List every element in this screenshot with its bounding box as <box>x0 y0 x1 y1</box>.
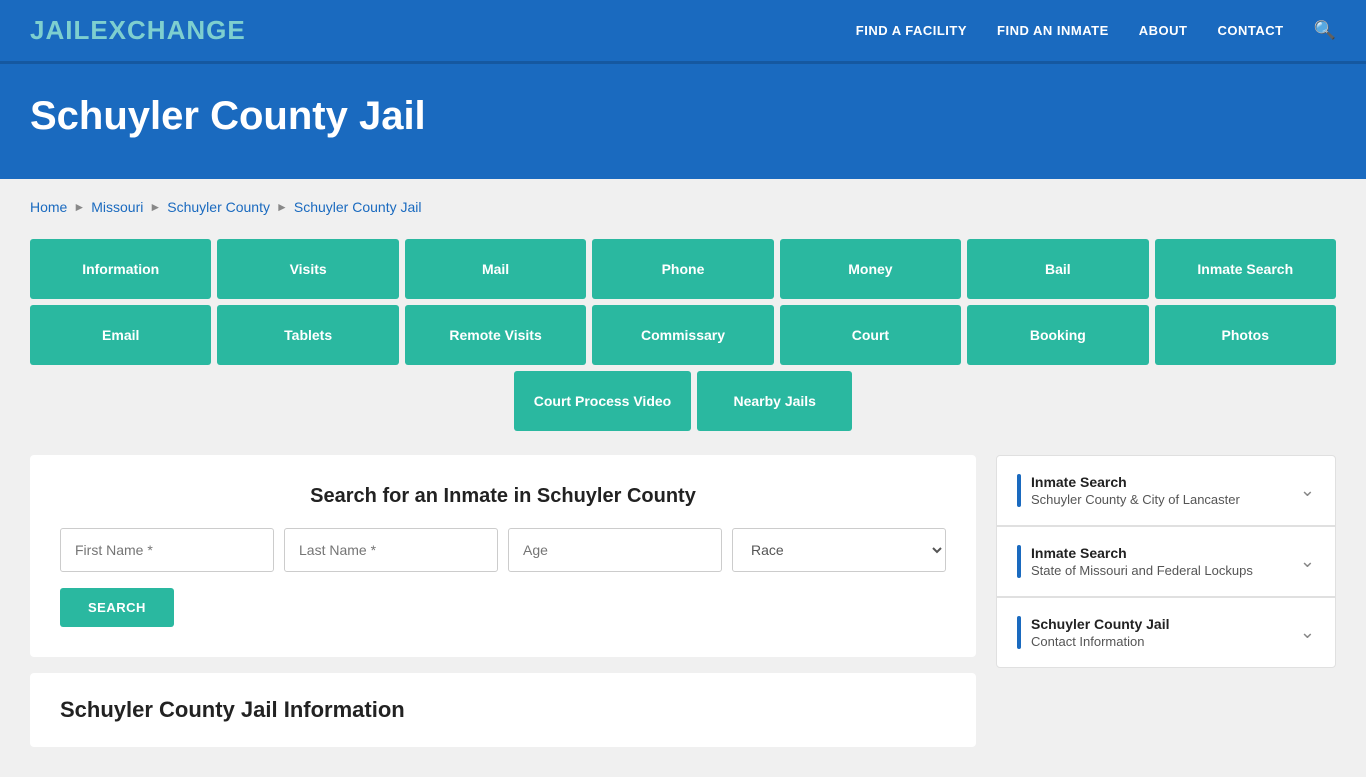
sidebar-item-2[interactable]: Inmate Search State of Missouri and Fede… <box>997 527 1335 597</box>
sidebar-item-1-text: Inmate Search Schuyler County & City of … <box>1031 474 1240 507</box>
sidebar-item-3-sub: Contact Information <box>1031 634 1169 649</box>
btn-phone[interactable]: Phone <box>592 239 773 299</box>
btn-email[interactable]: Email <box>30 305 211 365</box>
sidebar-item-1-left: Inmate Search Schuyler County & City of … <box>1017 474 1240 507</box>
search-button[interactable]: SEARCH <box>60 588 174 627</box>
first-name-input[interactable] <box>60 528 274 572</box>
hero-section: Schuyler County Jail <box>0 64 1366 179</box>
content-area: Home ► Missouri ► Schuyler County ► Schu… <box>0 179 1366 777</box>
search-icon[interactable]: 🔍 <box>1314 20 1336 41</box>
sidebar-card: Inmate Search Schuyler County & City of … <box>996 455 1336 668</box>
sidebar-item-1-title: Inmate Search <box>1031 474 1240 490</box>
sidebar-accent-3 <box>1017 616 1021 649</box>
breadcrumb-sep-1: ► <box>73 200 85 214</box>
sidebar-item-1[interactable]: Inmate Search Schuyler County & City of … <box>997 456 1335 526</box>
chevron-down-icon-1: ⌄ <box>1300 480 1315 501</box>
btn-remote-visits[interactable]: Remote Visits <box>405 305 586 365</box>
sidebar-item-3-left: Schuyler County Jail Contact Information <box>1017 616 1169 649</box>
btn-visits[interactable]: Visits <box>217 239 398 299</box>
button-row-1: Information Visits Mail Phone Money Bail… <box>30 239 1336 299</box>
btn-mail[interactable]: Mail <box>405 239 586 299</box>
sidebar-accent-2 <box>1017 545 1021 578</box>
sidebar-item-1-sub: Schuyler County & City of Lancaster <box>1031 492 1240 507</box>
breadcrumb-sep-2: ► <box>149 200 161 214</box>
nav-find-inmate[interactable]: FIND AN INMATE <box>997 23 1109 38</box>
sidebar-item-2-text: Inmate Search State of Missouri and Fede… <box>1031 545 1253 578</box>
search-form-card: Search for an Inmate in Schuyler County … <box>30 455 976 657</box>
btn-tablets[interactable]: Tablets <box>217 305 398 365</box>
sidebar-item-3-text: Schuyler County Jail Contact Information <box>1031 616 1169 649</box>
btn-money[interactable]: Money <box>780 239 961 299</box>
last-name-input[interactable] <box>284 528 498 572</box>
breadcrumb-schuyler-county[interactable]: Schuyler County <box>167 199 270 215</box>
site-logo[interactable]: JAILEXCHANGE <box>30 15 246 46</box>
page-title: Schuyler County Jail <box>30 94 1336 139</box>
chevron-down-icon-2: ⌄ <box>1300 551 1315 572</box>
button-row-2: Email Tablets Remote Visits Commissary C… <box>30 305 1336 365</box>
sidebar-accent-1 <box>1017 474 1021 507</box>
sidebar-item-2-title: Inmate Search <box>1031 545 1253 561</box>
btn-inmate-search[interactable]: Inmate Search <box>1155 239 1336 299</box>
btn-nearby-jails[interactable]: Nearby Jails <box>697 371 852 431</box>
btn-photos[interactable]: Photos <box>1155 305 1336 365</box>
info-section: Schuyler County Jail Information <box>30 673 976 747</box>
left-column: Search for an Inmate in Schuyler County … <box>30 455 976 747</box>
chevron-down-icon-3: ⌄ <box>1300 622 1315 643</box>
btn-court[interactable]: Court <box>780 305 961 365</box>
btn-commissary[interactable]: Commissary <box>592 305 773 365</box>
main-layout: Search for an Inmate in Schuyler County … <box>30 455 1336 747</box>
breadcrumb-home[interactable]: Home <box>30 199 67 215</box>
search-form-row: Race White Black Hispanic Asian Other <box>60 528 946 572</box>
sidebar-item-2-sub: State of Missouri and Federal Lockups <box>1031 563 1253 578</box>
logo-jail: JAIL <box>30 15 90 45</box>
button-row-3: Court Process Video Nearby Jails <box>30 371 1336 431</box>
btn-information[interactable]: Information <box>30 239 211 299</box>
nav-links: FIND A FACILITY FIND AN INMATE ABOUT CON… <box>856 20 1336 41</box>
sidebar: Inmate Search Schuyler County & City of … <box>996 455 1336 668</box>
age-input[interactable] <box>508 528 722 572</box>
btn-court-process-video[interactable]: Court Process Video <box>514 371 691 431</box>
logo-exchange: EXCHANGE <box>90 15 245 45</box>
btn-bail[interactable]: Bail <box>967 239 1148 299</box>
btn-booking[interactable]: Booking <box>967 305 1148 365</box>
breadcrumb-missouri[interactable]: Missouri <box>91 199 143 215</box>
race-select[interactable]: Race White Black Hispanic Asian Other <box>732 528 946 572</box>
breadcrumb: Home ► Missouri ► Schuyler County ► Schu… <box>30 199 1336 215</box>
sidebar-item-3-title: Schuyler County Jail <box>1031 616 1169 632</box>
breadcrumb-sep-3: ► <box>276 200 288 214</box>
sidebar-item-3[interactable]: Schuyler County Jail Contact Information… <box>997 598 1335 667</box>
breadcrumb-jail[interactable]: Schuyler County Jail <box>294 199 422 215</box>
sidebar-item-2-left: Inmate Search State of Missouri and Fede… <box>1017 545 1253 578</box>
search-form-title: Search for an Inmate in Schuyler County <box>60 485 946 508</box>
nav-about[interactable]: ABOUT <box>1139 23 1188 38</box>
info-section-title: Schuyler County Jail Information <box>60 697 946 723</box>
nav-find-facility[interactable]: FIND A FACILITY <box>856 23 967 38</box>
nav-contact[interactable]: CONTACT <box>1217 23 1283 38</box>
navbar: JAILEXCHANGE FIND A FACILITY FIND AN INM… <box>0 0 1366 64</box>
